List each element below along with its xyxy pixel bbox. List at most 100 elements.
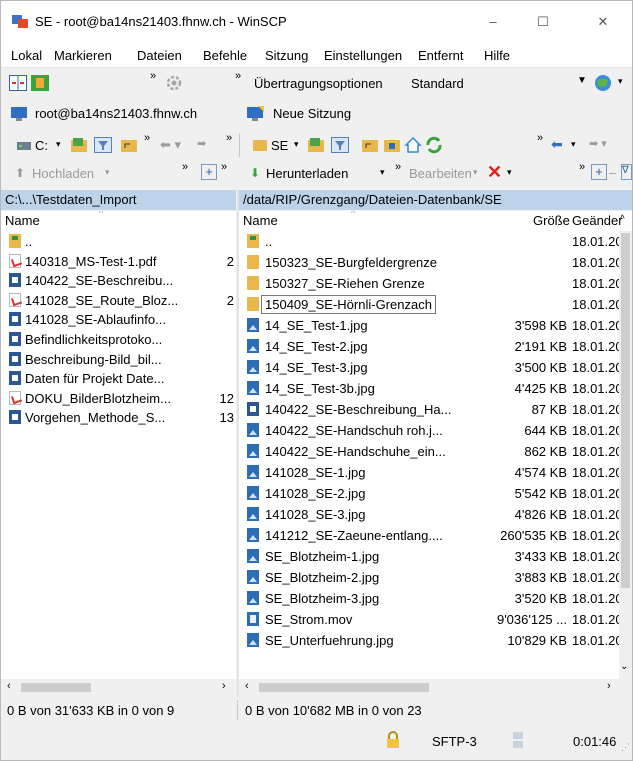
maximize-button[interactable]: ☐ — [523, 9, 563, 35]
local-file-row[interactable]: 141028_SE_Route_Bloz... 2 — [1, 291, 236, 310]
remote-file-row[interactable]: .. 18.01.20 — [239, 232, 632, 251]
chevron-down-icon-drive[interactable]: ▾ — [56, 139, 61, 150]
home-icon[interactable] — [404, 136, 422, 154]
remote-file-row[interactable]: 141028_SE-3.jpg 4'826 KB 18.01.20 — [239, 505, 632, 524]
drive-select[interactable]: C: — [35, 138, 48, 153]
remote-open-folder-icon[interactable] — [307, 137, 325, 153]
commander-view-icon[interactable] — [9, 75, 27, 91]
chevron-down-icon-download[interactable]: ▾ — [380, 167, 385, 178]
root-folder-icon[interactable] — [383, 137, 401, 153]
transfer-options-select[interactable]: Standard — [411, 76, 464, 91]
toolbar-overflow-icon-download[interactable]: » — [395, 161, 401, 173]
forward-arrow-icon[interactable]: ➡ — [197, 137, 206, 150]
remote-file-row[interactable]: 140422_SE-Handschuhe_ein... 862 KB 18.01.2… — [239, 442, 632, 461]
menu-entfernt[interactable]: Entfernt — [418, 48, 464, 63]
upload-button[interactable]: Hochladen — [32, 166, 94, 181]
menu-dateien[interactable]: Dateien — [137, 48, 182, 63]
close-button[interactable]: ✕ — [583, 9, 623, 35]
local-col-name[interactable]: Name — [5, 211, 40, 231]
toolbar-overflow-icon-delete[interactable]: » — [579, 161, 585, 173]
minus-icon[interactable]: – — [609, 165, 616, 180]
local-file-row[interactable]: Daten für Projekt Date... — [1, 369, 236, 388]
menu-hilfe[interactable]: Hilfe — [484, 48, 510, 63]
remote-hscrollbar[interactable]: ‹ › — [239, 679, 632, 696]
remote-col-name[interactable]: Name — [243, 211, 278, 231]
local-file-row[interactable]: 141028_SE-Ablaufinfo... — [1, 310, 236, 329]
toolbar-overflow-icon-2[interactable]: » — [235, 70, 241, 82]
chevron-down-icon-delete[interactable]: ▾ — [507, 167, 512, 178]
menu-sitzung[interactable]: Sitzung — [265, 48, 308, 63]
scroll-left-icon[interactable]: ‹ — [7, 680, 11, 692]
menu-einstellungen[interactable]: Einstellungen — [324, 48, 402, 63]
remote-dir-select[interactable]: SE — [271, 138, 288, 153]
remote-file-row[interactable]: SE_Blotzheim-1.jpg 3'433 KB 18.01.20 — [239, 547, 632, 566]
local-file-row[interactable]: DOKU_BilderBlotzheim... 12 — [1, 389, 236, 408]
back-arrow-icon[interactable]: ⬅ ▾ — [160, 137, 181, 153]
remote-file-row[interactable]: 141028_SE-1.jpg 4'574 KB 18.01.20 — [239, 463, 632, 482]
refresh-icon[interactable] — [425, 136, 443, 154]
scroll-up-icon[interactable]: ^ — [620, 214, 625, 225]
edit-button[interactable]: Bearbeiten — [409, 166, 472, 181]
download-button[interactable]: Herunterladen — [266, 166, 348, 181]
parent-folder-icon[interactable] — [120, 137, 138, 153]
remote-file-row[interactable]: 141028_SE-2.jpg 5'542 KB 18.01.20 — [239, 484, 632, 503]
local-hscroll-thumb[interactable] — [21, 683, 91, 692]
resize-grip-icon[interactable]: ⋰ — [621, 742, 630, 753]
local-file-row[interactable]: Befindlichkeitsprotoko... — [1, 330, 236, 349]
remote-file-row[interactable]: 14_SE_Test-2.jpg 2'191 KB 18.01.20 — [239, 337, 632, 356]
toolbar-overflow-icon-local[interactable]: » — [144, 132, 150, 144]
scroll-right-icon[interactable]: › — [222, 680, 226, 692]
menu-markieren[interactable]: Markieren — [54, 48, 112, 63]
toolbar-overflow-icon-upload-2[interactable]: » — [221, 161, 227, 173]
remote-file-row[interactable]: SE_Blotzheim-2.jpg 3'883 KB 18.01.20 — [239, 568, 632, 587]
remote-file-row[interactable]: SE_Blotzheim-3.jpg 3'520 KB 18.01.20 — [239, 589, 632, 608]
globe-icon[interactable] — [594, 74, 612, 92]
chevron-down-icon-edit[interactable]: ▾ — [473, 167, 478, 178]
remote-file-row[interactable]: SE_Strom.mov 9'036'125 ... 18.01.20 — [239, 610, 632, 629]
chevron-down-icon-remote[interactable]: ▾ — [294, 139, 299, 150]
remote-filter-icon[interactable] — [331, 137, 349, 153]
session-tab-active[interactable]: root@ba14ns21403.fhnw.ch — [35, 106, 197, 121]
toolbar-overflow-icon-local-2[interactable]: » — [226, 132, 232, 144]
remote-file-row[interactable]: 140422_SE-Beschreibung_Ha... 87 KB 18.01.2… — [239, 400, 632, 419]
remote-file-row[interactable]: 14_SE_Test-3.jpg 3'500 KB 18.01.20 — [239, 358, 632, 377]
remote-file-row[interactable]: 150323_SE-Burgfeldergrenze 18.01.20 — [239, 253, 632, 272]
menu-befehle[interactable]: Befehle — [203, 48, 247, 63]
filter-icon[interactable] — [94, 137, 112, 153]
delete-icon[interactable]: ✕ — [487, 162, 502, 183]
remote-file-row[interactable]: 141212_SE-Zaeune-entlang.... 260'535 KB 18… — [239, 526, 632, 545]
toolbar-overflow-icon-upload[interactable]: » — [182, 161, 188, 173]
minimize-button[interactable]: – — [473, 9, 513, 35]
local-file-row[interactable]: 140318_MS-Test-1.pdf 2 — [1, 252, 236, 271]
chevron-down-icon[interactable]: ▼ — [577, 75, 587, 86]
chevron-down-icon-2[interactable]: ▾ — [618, 76, 623, 87]
remote-add-icon[interactable]: + — [591, 164, 607, 180]
remote-file-row[interactable]: 150327_SE-Riehen Grenze 18.01.20 — [239, 274, 632, 293]
local-file-row[interactable]: 140422_SE-Beschreibu... — [1, 271, 236, 290]
remote-vscrollbar[interactable]: ⌄ — [619, 231, 632, 679]
scroll-down-icon[interactable]: ⌄ — [620, 661, 628, 672]
local-hscrollbar[interactable]: ‹ › — [1, 679, 236, 696]
toolbar-overflow-icon-remote[interactable]: » — [537, 132, 543, 144]
remote-hscroll-thumb[interactable] — [259, 683, 429, 692]
gear-icon[interactable] — [166, 75, 182, 91]
remote-file-row[interactable]: SE_Unterfuehrung.jpg 10'829 KB 18.01.20 — [239, 631, 632, 650]
chevron-down-icon-upload[interactable]: ▾ — [105, 167, 110, 178]
remote-file-row[interactable]: 150409_SE-Hörnli-Grenzach 18.01.20 — [239, 295, 632, 314]
toolbar-overflow-icon[interactable]: » — [150, 70, 156, 82]
rename-input[interactable]: 150409_SE-Hörnli-Grenzach — [261, 295, 436, 314]
remote-col-size[interactable]: Größe — [533, 211, 570, 231]
open-folder-icon[interactable] — [70, 137, 88, 153]
remote-filter-small-icon[interactable]: ∇ — [621, 164, 632, 180]
remote-path-bar[interactable]: /data/RIP/Grenzgang/Dateien-Datenbank/SE — [239, 190, 632, 210]
local-path-bar[interactable]: C:\...\Testdaten_Import — [1, 190, 236, 210]
remote-file-row[interactable]: 14_SE_Test-1.jpg 3'598 KB 18.01.20 — [239, 316, 632, 335]
menu-lokal[interactable]: Lokal — [11, 48, 42, 63]
remote-vscroll-thumb[interactable] — [621, 233, 630, 588]
remote-forward-arrow-icon[interactable]: ➡ ▾ — [589, 137, 607, 150]
local-file-row[interactable]: Beschreibung-Bild_bil... — [1, 350, 236, 369]
remote-back-arrow-icon[interactable]: ⬅ — [551, 136, 563, 153]
add-icon[interactable]: + — [201, 164, 217, 180]
remote-file-row[interactable]: 140422_SE-Handschuh roh.j... 644 KB 18.01.… — [239, 421, 632, 440]
new-session-tab[interactable]: Neue Sitzung — [273, 106, 351, 121]
